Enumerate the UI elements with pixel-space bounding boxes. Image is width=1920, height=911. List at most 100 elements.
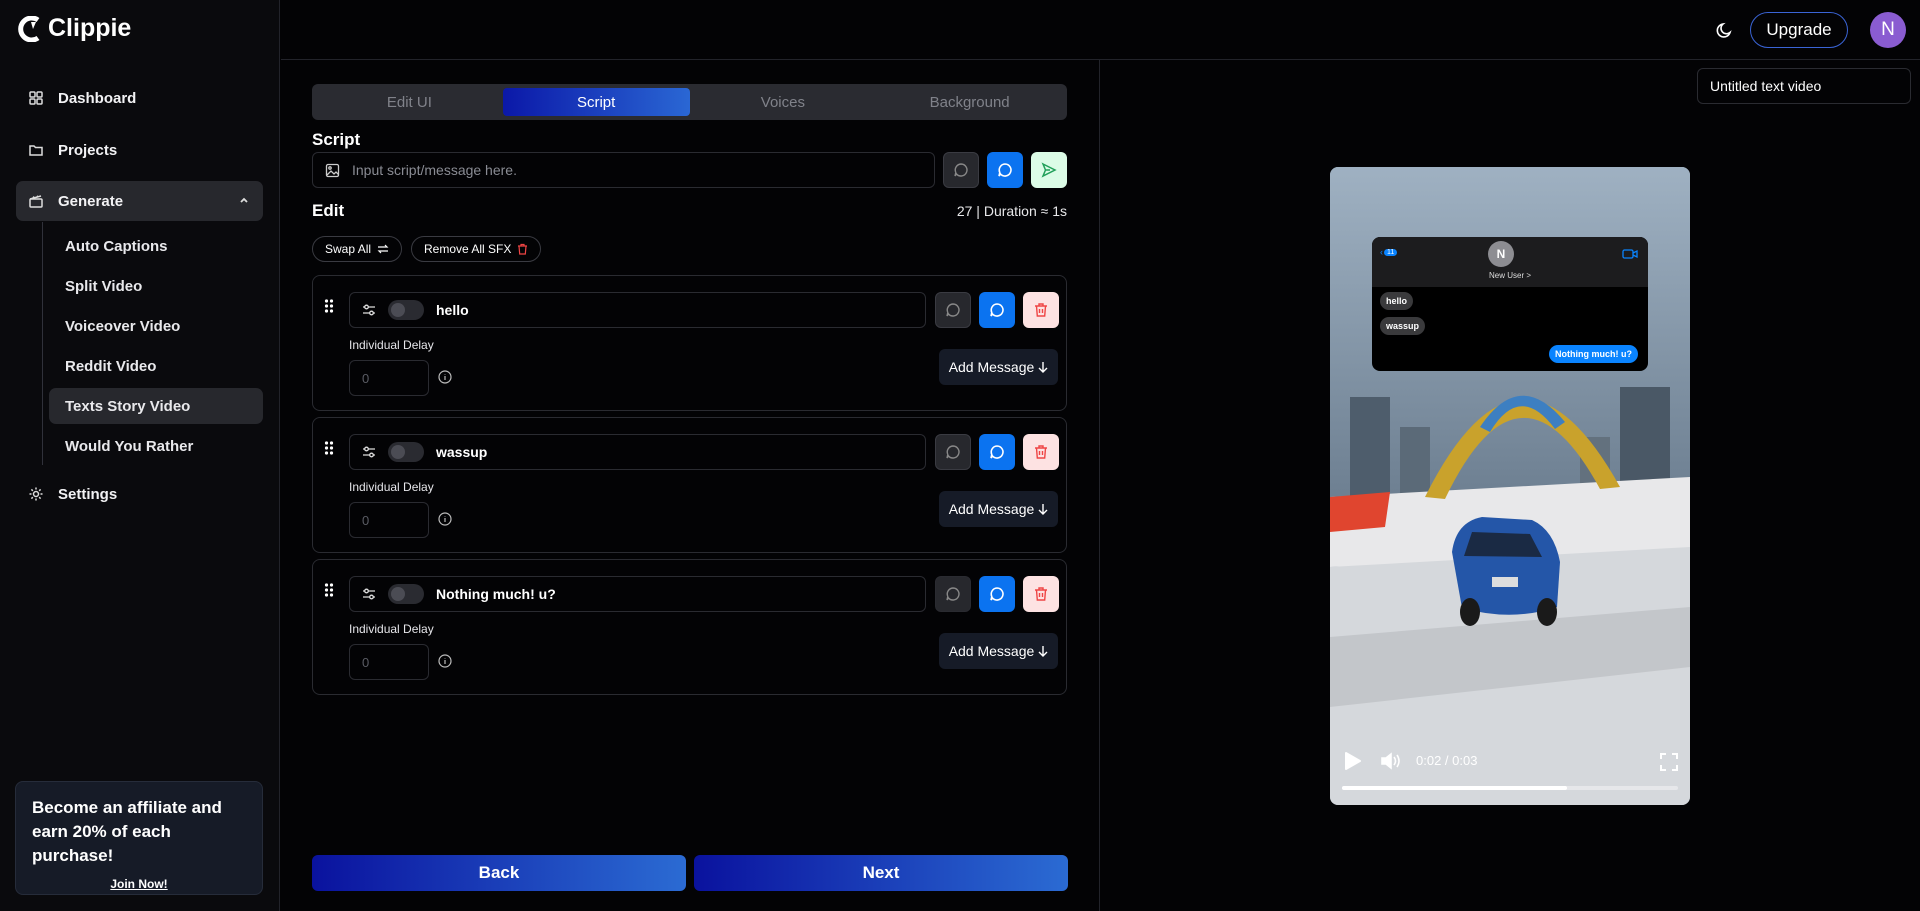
sidebar-item-generate[interactable]: Generate <box>16 181 263 221</box>
clapperboard-icon <box>28 193 44 209</box>
sidebar-item-label: Settings <box>58 485 118 503</box>
folder-icon <box>28 142 44 158</box>
individual-delay-input[interactable]: 0 <box>349 644 429 680</box>
delete-message-button[interactable] <box>1023 292 1059 328</box>
individual-delay-input[interactable]: 0 <box>349 502 429 538</box>
sliders-icon[interactable] <box>362 303 376 317</box>
message-circle-icon <box>989 586 1005 602</box>
remove-sfx-label: Remove All SFX <box>424 242 512 256</box>
sidebar-subitem-texts-story-video[interactable]: Texts Story Video <box>49 388 263 424</box>
avatar[interactable]: N <box>1870 12 1906 48</box>
subitem-label: Auto Captions <box>65 237 168 255</box>
drag-handle-icon[interactable] <box>324 440 334 456</box>
message-circle-icon <box>953 162 969 178</box>
individual-delay-label: Individual Delay <box>349 338 434 352</box>
tab-edit-ui[interactable]: Edit UI <box>316 88 503 116</box>
message-text: Nothing much! u? <box>436 586 556 602</box>
chat-bubble-button[interactable] <box>935 576 971 612</box>
tab-voices[interactable]: Voices <box>690 88 877 116</box>
remove-all-sfx-button[interactable]: Remove All SFX <box>411 236 542 262</box>
theme-toggle-moon-icon[interactable] <box>1715 20 1735 40</box>
sfx-toggle[interactable] <box>388 442 424 462</box>
arrow-down-icon <box>1038 645 1048 657</box>
clippie-logo-icon <box>18 15 42 42</box>
info-icon[interactable] <box>438 512 452 526</box>
sender-toggle-button[interactable] <box>979 576 1015 612</box>
sidebar: Clippie Dashboard Projects Generate Auto… <box>0 0 280 911</box>
subitem-label: Would You Rather <box>65 437 194 455</box>
add-message-button[interactable]: Add Message <box>939 349 1058 385</box>
chat-bubble-button[interactable] <box>935 292 971 328</box>
chat-back-button: ‹ 11 <box>1380 247 1398 257</box>
affiliate-card: Become an affiliate and earn 20% of each… <box>15 781 263 895</box>
sliders-icon[interactable] <box>362 587 376 601</box>
video-preview[interactable]: ‹ 11 N New User > hello wassup Nothing m… <box>1330 167 1690 805</box>
message-card: wassup Individual Delay 0 Add Message <box>312 417 1067 553</box>
sidebar-subitem-voiceover-video[interactable]: Voiceover Video <box>49 308 263 344</box>
app-logo[interactable]: Clippie <box>18 14 131 43</box>
unread-badge: 11 <box>1384 248 1398 256</box>
drag-handle-icon[interactable] <box>324 298 334 314</box>
delete-message-button[interactable] <box>1023 576 1059 612</box>
next-button[interactable]: Next <box>694 855 1068 891</box>
drag-handle-icon[interactable] <box>324 582 334 598</box>
fullscreen-icon[interactable] <box>1660 753 1678 771</box>
join-now-link[interactable]: Join Now! <box>32 877 246 891</box>
edit-heading: Edit <box>312 201 345 220</box>
sender-toggle-button[interactable] <box>979 434 1015 470</box>
gear-icon <box>28 486 44 502</box>
message-text-input[interactable]: hello <box>349 292 926 328</box>
upgrade-button[interactable]: Upgrade <box>1750 12 1848 48</box>
sidebar-item-projects[interactable]: Projects <box>16 130 263 170</box>
sliders-icon[interactable] <box>362 445 376 459</box>
trash-icon <box>517 243 528 255</box>
sidebar-item-dashboard[interactable]: Dashboard <box>16 78 263 118</box>
video-title-input[interactable]: Untitled text video <box>1697 68 1911 104</box>
tab-background[interactable]: Background <box>876 88 1063 116</box>
play-icon[interactable] <box>1342 751 1362 771</box>
script-input[interactable]: Input script/message here. <box>312 152 935 188</box>
swap-all-button[interactable]: Swap All <box>312 236 403 262</box>
image-icon[interactable] <box>325 163 340 178</box>
message-text-input[interactable]: wassup <box>349 434 926 470</box>
chat-bubble-button[interactable] <box>935 434 971 470</box>
sidebar-subitem-auto-captions[interactable]: Auto Captions <box>49 228 263 264</box>
info-icon[interactable] <box>438 654 452 668</box>
send-script-button[interactable] <box>1031 152 1067 188</box>
message-text-input[interactable]: Nothing much! u? <box>349 576 926 612</box>
grid-icon <box>28 90 44 106</box>
add-message-button[interactable]: Add Message <box>939 491 1058 527</box>
message-circle-icon <box>997 162 1013 178</box>
message-circle-icon <box>945 586 961 602</box>
add-message-button[interactable]: Add Message <box>939 633 1058 669</box>
message-circle-icon <box>945 302 961 318</box>
message-text: wassup <box>436 444 488 460</box>
sender-toggle-button[interactable] <box>979 292 1015 328</box>
sidebar-subitem-split-video[interactable]: Split Video <box>49 268 263 304</box>
swap-all-label: Swap All <box>325 242 372 256</box>
subitem-label: Split Video <box>65 277 143 295</box>
individual-delay-input[interactable]: 0 <box>349 360 429 396</box>
chat-contact-avatar: N <box>1488 241 1514 267</box>
sfx-toggle[interactable] <box>388 300 424 320</box>
panel-divider <box>1099 60 1100 911</box>
sidebar-subitem-would-you-rather[interactable]: Would You Rather <box>49 428 263 464</box>
submenu-guide-line <box>42 222 43 465</box>
sidebar-subitem-reddit-video[interactable]: Reddit Video <box>49 348 263 384</box>
individual-delay-label: Individual Delay <box>349 480 434 494</box>
chat-contact-name: New User > <box>1488 271 1531 280</box>
chat-bubble-button[interactable] <box>943 152 979 188</box>
video-progress-bar[interactable] <box>1342 786 1678 790</box>
subitem-label: Texts Story Video <box>65 397 191 415</box>
subitem-label: Reddit Video <box>65 357 157 375</box>
delete-message-button[interactable] <box>1023 434 1059 470</box>
back-button[interactable]: Back <box>312 855 686 891</box>
chat-bubble-incoming: wassup <box>1380 317 1426 335</box>
sender-toggle-button[interactable] <box>987 152 1023 188</box>
volume-icon[interactable] <box>1380 752 1402 770</box>
sidebar-item-settings[interactable]: Settings <box>16 474 263 514</box>
info-icon[interactable] <box>438 370 452 384</box>
tab-script[interactable]: Script <box>502 88 690 116</box>
car <box>1452 517 1560 626</box>
sfx-toggle[interactable] <box>388 584 424 604</box>
